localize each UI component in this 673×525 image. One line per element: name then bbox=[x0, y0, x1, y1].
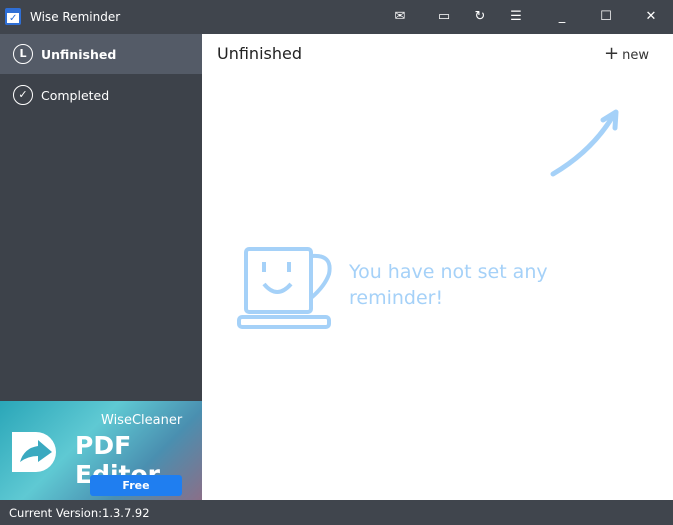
app-calendar-icon: ✓ bbox=[5, 8, 21, 25]
sidebar-item-label: Unfinished bbox=[41, 47, 117, 62]
pdf-editor-logo-icon bbox=[12, 432, 56, 472]
pdf-editor-ad[interactable]: WiseCleaner PDF Editor Free Download bbox=[0, 401, 202, 500]
mail-icon[interactable]: ✉ bbox=[388, 6, 412, 28]
feedback-icon[interactable]: ▭ bbox=[432, 6, 456, 28]
version-value: 1.3.7.92 bbox=[102, 506, 150, 520]
title-bar: ✓ Wise Reminder ✉ ▭ ↻ ☰ _ ☐ ✕ bbox=[0, 0, 673, 34]
menu-icon[interactable]: ☰ bbox=[504, 6, 528, 28]
page-title: Unfinished bbox=[217, 44, 302, 63]
close-icon[interactable]: ✕ bbox=[639, 6, 663, 28]
empty-state-message: You have not set any reminder! bbox=[349, 259, 548, 311]
new-button[interactable]: + new bbox=[604, 43, 649, 64]
arrow-hint-icon bbox=[550, 109, 619, 177]
empty-line-2: reminder! bbox=[349, 287, 444, 309]
check-circle-icon: ✓ bbox=[13, 85, 33, 105]
new-label: new bbox=[622, 48, 649, 63]
alarm-clock-icon: L bbox=[13, 44, 33, 64]
ad-brand: WiseCleaner bbox=[101, 413, 183, 428]
minimize-icon[interactable]: _ bbox=[550, 6, 574, 28]
sidebar-item-completed[interactable]: ✓ Completed bbox=[0, 75, 202, 115]
plus-icon: + bbox=[604, 43, 620, 64]
status-bar: Current Version:1.3.7.92 bbox=[0, 500, 673, 525]
empty-line-1: You have not set any bbox=[349, 261, 548, 283]
window-title: Wise Reminder bbox=[30, 10, 121, 24]
free-download-button[interactable]: Free Download bbox=[90, 475, 182, 496]
maximize-icon[interactable]: ☐ bbox=[594, 6, 618, 28]
sidebar: L Unfinished ✓ Completed bbox=[0, 34, 202, 401]
main-panel: Unfinished + new You have not set any rem… bbox=[202, 34, 673, 500]
sidebar-item-label: Completed bbox=[41, 88, 110, 103]
sidebar-item-unfinished[interactable]: L Unfinished bbox=[0, 34, 202, 74]
smiling-cup-icon bbox=[237, 247, 332, 329]
version-label: Current Version: bbox=[9, 506, 103, 520]
refresh-icon[interactable]: ↻ bbox=[468, 6, 492, 28]
